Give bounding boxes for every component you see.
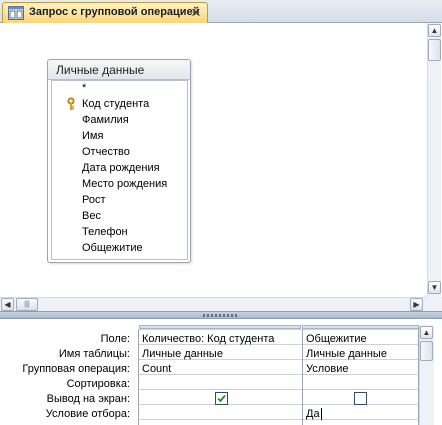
field-item-dormitory[interactable]: Общежитие bbox=[82, 242, 143, 258]
query-design-icon bbox=[8, 6, 24, 20]
checkmark-icon bbox=[217, 394, 226, 403]
field-item-surname[interactable]: Фамилия bbox=[82, 114, 129, 130]
upper-horizontal-scrollbar[interactable]: ◀ ||| ▶ bbox=[0, 297, 427, 311]
grid-row-line bbox=[139, 329, 419, 330]
document-tab-bar: Запрос с групповой операцией ✕ bbox=[0, 0, 442, 23]
field-item-patronymic[interactable]: Отчество bbox=[82, 146, 130, 162]
field-item-name[interactable]: Имя bbox=[82, 130, 103, 146]
scroll-right-button[interactable]: ▶ bbox=[410, 298, 423, 311]
cell-group-op[interactable]: Условие bbox=[306, 363, 416, 375]
cell-group-op[interactable]: Count bbox=[142, 363, 300, 375]
field-item-student-code[interactable]: Код студента bbox=[82, 98, 149, 114]
grid-vertical-scrollbar[interactable]: ▲ bbox=[419, 325, 434, 425]
field-item-all[interactable]: * bbox=[82, 82, 86, 98]
cell-field[interactable]: Количество: Код студента bbox=[142, 333, 300, 345]
row-label-show: Вывод на экран: bbox=[46, 393, 130, 405]
scroll-left-button[interactable]: ◀ bbox=[1, 298, 14, 311]
vertical-scroll-thumb[interactable] bbox=[428, 39, 441, 61]
cell-table[interactable]: Личные данные bbox=[306, 348, 416, 360]
upper-vertical-scrollbar[interactable]: ▲ ▼ bbox=[427, 23, 441, 297]
horizontal-scroll-thumb[interactable]: ||| bbox=[16, 298, 38, 311]
cell-field[interactable]: Общежитие bbox=[306, 333, 416, 345]
pane-splitter[interactable] bbox=[0, 311, 442, 319]
cell-table[interactable]: Личные данные bbox=[142, 348, 300, 360]
grid-row-line bbox=[139, 404, 419, 405]
grid-row-line bbox=[139, 419, 419, 420]
query-tab[interactable]: Запрос с групповой операцией ✕ bbox=[2, 2, 208, 23]
query-design-area[interactable]: Личные данные * Код студента Фамилия Имя… bbox=[0, 23, 430, 297]
close-icon[interactable]: ✕ bbox=[189, 6, 203, 20]
vertical-scroll-thumb[interactable] bbox=[420, 341, 433, 361]
scroll-up-button[interactable]: ▲ bbox=[428, 24, 441, 37]
primary-key-icon bbox=[67, 97, 75, 110]
grid-row-line bbox=[139, 389, 419, 390]
field-item-phone[interactable]: Телефон bbox=[82, 226, 128, 242]
row-label-field: Поле: bbox=[100, 333, 130, 345]
field-item-weight[interactable]: Вес bbox=[82, 210, 101, 226]
row-label-table: Имя таблицы: bbox=[58, 348, 130, 360]
row-label-group-op: Групповая операция: bbox=[22, 363, 130, 375]
cell-criteria-active[interactable]: Да bbox=[306, 408, 322, 420]
tab-title: Запрос с групповой операцией bbox=[29, 6, 200, 18]
scroll-down-button[interactable]: ▼ bbox=[428, 281, 441, 294]
row-label-criteria: Условие отбора: bbox=[45, 408, 130, 420]
grid-column-line bbox=[302, 329, 303, 425]
field-list[interactable]: * Код студента Фамилия Имя Отчество Дата… bbox=[51, 80, 188, 260]
scroll-up-button[interactable]: ▲ bbox=[420, 326, 433, 339]
field-item-birth-date[interactable]: Дата рождения bbox=[82, 162, 160, 178]
table-field-list-window[interactable]: Личные данные * Код студента Фамилия Имя… bbox=[47, 59, 191, 263]
show-checkbox-unchecked[interactable] bbox=[354, 392, 367, 405]
field-item-height[interactable]: Рост bbox=[82, 194, 106, 210]
show-checkbox-checked[interactable] bbox=[215, 392, 228, 405]
splitter-grip[interactable] bbox=[203, 314, 239, 317]
design-grid[interactable]: Количество: Код студента Личные данные C… bbox=[138, 325, 419, 425]
field-item-birth-place[interactable]: Место рождения bbox=[82, 178, 167, 194]
row-label-sort: Сортировка: bbox=[66, 378, 130, 390]
scrollbar-corner bbox=[427, 297, 442, 311]
table-title[interactable]: Личные данные bbox=[48, 60, 190, 80]
